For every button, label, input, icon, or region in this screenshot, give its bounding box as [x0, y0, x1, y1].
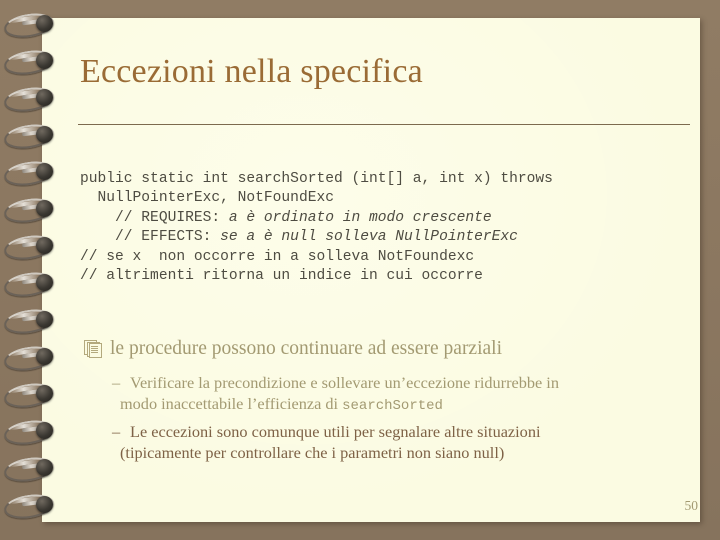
bullet-level2-line2: (tipicamente per controllare che i param…: [120, 443, 690, 464]
code-segment: public static int searchSorted (int[] a,…: [80, 171, 553, 187]
slide-canvas: Eccezioni nella specifica public static …: [0, 0, 720, 540]
bullet-level2-line1: Le eccezioni sono comunque utili per seg…: [130, 422, 541, 441]
bullet-level1: le procedure possono continuare ad esser…: [84, 336, 690, 362]
code-line: public static int searchSorted (int[] a,…: [80, 170, 690, 189]
title-divider: [78, 124, 690, 125]
bullet-level2-line2: modo inaccettabile l’efficienza di searc…: [120, 394, 690, 417]
bullet-level2-line2-text: modo inaccettabile l’efficienza di: [120, 393, 343, 413]
code-line: NullPointerExc, NotFoundExc: [80, 189, 690, 208]
bullet-level2-line1: Verificare la precondizione e sollevare …: [130, 373, 559, 392]
dash-marker: –: [112, 373, 121, 392]
dash-marker: –: [112, 422, 121, 441]
page-title: Eccezioni nella specifica: [80, 53, 423, 90]
slide-number: 50: [684, 498, 699, 513]
code-line: // se x non occorre in a solleva NotFoun…: [80, 248, 690, 267]
code-segment: // altrimenti ritorna un indice in cui o…: [80, 268, 483, 285]
code-line: // REQUIRES: a è ordinato in modo cresce…: [80, 209, 690, 228]
code-segment: NullPointerExc, NotFoundExc: [80, 190, 334, 207]
inline-code-search-sorted: searchSorted: [342, 397, 443, 414]
stacked-pages-icon: [84, 340, 102, 358]
code-block: public static int searchSorted (int[] a,…: [80, 170, 690, 286]
code-line: // EFFECTS: se a è null solleva NullPoin…: [80, 228, 690, 247]
code-segment: // se x non occorre in a solleva NotFoun…: [80, 248, 475, 265]
bullet-level1-label: le procedure possono continuare ad esser…: [110, 338, 502, 359]
code-segment: se a è null solleva NullPointerExc: [220, 229, 518, 246]
code-segment: // EFFECTS:: [80, 229, 221, 246]
bullet-level2-line2-text: (tipicamente per controllare che i param…: [120, 442, 505, 462]
bullet-level2-item-2: – Le eccezioni sono comunque utili per s…: [84, 422, 690, 463]
bullet-list: le procedure possono continuare ad esser…: [84, 336, 690, 463]
code-line: // altrimenti ritorna un indice in cui o…: [80, 267, 690, 286]
code-segment: a è ordinato in modo crescente: [228, 209, 492, 226]
code-segment: // REQUIRES:: [80, 209, 229, 226]
bullet-level2-item-1: – Verificare la precondizione e sollevar…: [84, 373, 690, 416]
